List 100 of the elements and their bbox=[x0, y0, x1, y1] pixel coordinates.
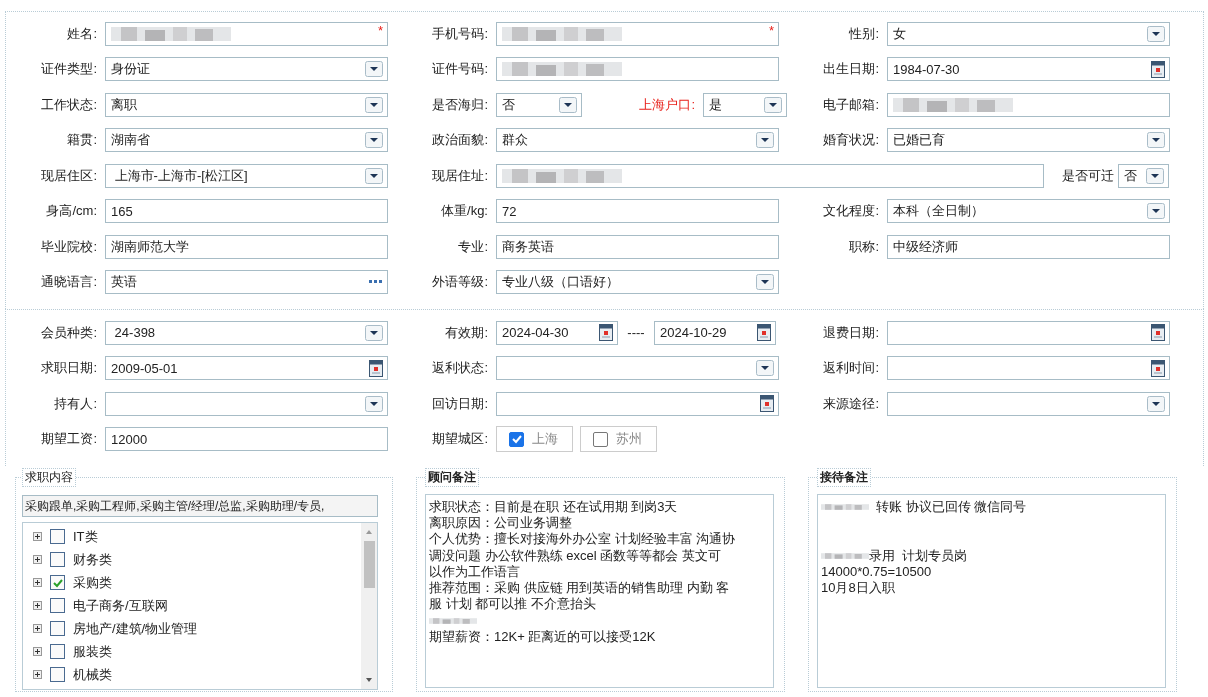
note-line: 个人优势：擅长对接海外办公室 计划经验丰富 沟通协 bbox=[429, 531, 736, 548]
field-label: 政治面貌: bbox=[431, 131, 489, 149]
note-line: 求职状态：目前是在职 还在试用期 到岗3天 bbox=[429, 499, 678, 516]
range-separator: ---- bbox=[626, 325, 646, 340]
note-line: 期望薪资：12K+ 距离近的可以接受12K bbox=[429, 628, 656, 645]
dropdown[interactable]: 身份证 bbox=[105, 57, 388, 81]
expand-icon[interactable] bbox=[33, 578, 42, 587]
tree-item[interactable]: 电子商务/互联网 bbox=[73, 596, 168, 615]
tree-item[interactable]: 采购类 bbox=[73, 573, 112, 592]
checkbox[interactable] bbox=[50, 529, 65, 544]
field-label: 手机号码: bbox=[431, 24, 489, 43]
checkbox[interactable] bbox=[509, 431, 524, 447]
date-field[interactable] bbox=[887, 320, 1170, 345]
note-line: 离职原因：公司业务调整 bbox=[429, 515, 572, 532]
dropdown[interactable]: 离职 bbox=[105, 92, 388, 117]
input-field[interactable]: * bbox=[105, 21, 388, 46]
expand-icon[interactable] bbox=[33, 670, 42, 679]
checkbox[interactable] bbox=[50, 621, 65, 636]
calendar-icon[interactable] bbox=[599, 324, 613, 341]
scrollbar[interactable] bbox=[361, 523, 377, 689]
field-label: 来源途径: bbox=[822, 394, 880, 413]
dropdown[interactable]: 湖南省 bbox=[105, 128, 388, 152]
date-field[interactable]: 1984-07-30 bbox=[887, 57, 1170, 81]
dropdown[interactable]: 女 bbox=[887, 21, 1170, 46]
dropdown[interactable]: 群众 bbox=[496, 128, 779, 152]
calendar-icon[interactable] bbox=[369, 359, 383, 377]
expand-icon[interactable] bbox=[33, 555, 42, 564]
field-label: 文化程度: bbox=[822, 202, 880, 220]
input-field[interactable] bbox=[496, 57, 779, 81]
text-area[interactable]: 求职状态：目前是在职 还在试用期 到岗3天 离职原因：公司业务调整 个人优势：擅长对接海外办公室 计划经验丰富 沟通协 调没问题 办公软件熟练 excel 函数等等都会 英文可 以作为工作语言 推荐范围：采购 供应链 用到英语的销售助理 内勤 客 服 计划 都可以推 不介意抬头 期望薪资：12K+ 距离近的可以接受12K bbox=[425, 494, 774, 688]
field-label: 毕业院校: bbox=[40, 237, 98, 256]
field-label: 姓名: bbox=[66, 24, 98, 43]
field-label: 返利时间: bbox=[822, 359, 880, 377]
field-label: 证件号码: bbox=[431, 60, 489, 78]
field-label: 有效期: bbox=[444, 323, 489, 342]
more-icon[interactable] bbox=[369, 280, 383, 284]
input-field[interactable] bbox=[496, 163, 1044, 188]
checkbox[interactable] bbox=[593, 431, 608, 447]
input-field[interactable]: 湖南师范大学 bbox=[105, 234, 388, 259]
date-field[interactable] bbox=[887, 356, 1170, 380]
field-label: 婚育状况: bbox=[822, 131, 880, 149]
dropdown[interactable]: 是 bbox=[703, 92, 787, 117]
field-label: 外语等级: bbox=[431, 273, 489, 291]
dropdown[interactable]: 上海市-上海市-[松江区] bbox=[105, 163, 388, 188]
input-field[interactable]: 采购跟单,采购工程师,采购主管/经理/总监,采购助理/专员, bbox=[22, 495, 378, 517]
input-field[interactable]: 中级经济师 bbox=[887, 234, 1170, 259]
field-label: 返利状态: bbox=[431, 359, 489, 377]
tree-item[interactable]: 房地产/建筑/物业管理 bbox=[73, 619, 198, 638]
tree-item[interactable]: IT类 bbox=[73, 527, 98, 546]
checkbox[interactable] bbox=[50, 575, 65, 590]
date-field[interactable]: 2024-10-29 bbox=[654, 320, 776, 345]
input-field[interactable]: 72 bbox=[496, 199, 779, 223]
expand-icon[interactable] bbox=[33, 532, 42, 541]
date-field[interactable]: 2024-04-30 bbox=[496, 320, 618, 345]
date-field[interactable]: 2009-05-01 bbox=[105, 356, 388, 380]
calendar-icon[interactable] bbox=[1151, 60, 1165, 78]
expand-icon[interactable] bbox=[33, 601, 42, 610]
input-field[interactable] bbox=[887, 92, 1170, 117]
input-field[interactable]: 英语 bbox=[105, 270, 388, 294]
text-area[interactable]: 转账 协议已回传 微信同号 录用 计划专员岗 14000*0.75=10500 10月8日入职 bbox=[817, 494, 1166, 688]
date-field[interactable] bbox=[496, 391, 779, 416]
field-label: 电子邮箱: bbox=[822, 95, 880, 114]
dropdown[interactable]: 24-398 bbox=[105, 320, 388, 345]
checkbox[interactable] bbox=[50, 552, 65, 567]
dropdown[interactable]: 专业八级（口语好） bbox=[496, 270, 779, 294]
input-field[interactable]: 12000 bbox=[105, 427, 388, 451]
field-label: 求职日期: bbox=[40, 359, 98, 377]
expand-icon[interactable] bbox=[33, 647, 42, 656]
tree-item[interactable]: 财务类 bbox=[73, 550, 112, 569]
input-field[interactable]: * bbox=[496, 21, 779, 46]
input-field[interactable]: 165 bbox=[105, 199, 388, 223]
checkbox-option[interactable]: 苏州 bbox=[580, 426, 657, 452]
note-line: 推荐范围：采购 供应链 用到英语的销售助理 内勤 客 bbox=[429, 580, 730, 597]
dropdown[interactable]: 否 bbox=[1118, 163, 1169, 188]
note-line: 调没问题 办公软件熟练 excel 函数等等都会 英文可 bbox=[429, 547, 721, 564]
tree-item[interactable]: 机械类 bbox=[73, 665, 112, 684]
note-line: 14000*0.75=10500 bbox=[821, 563, 932, 580]
field-label: 身高/cm: bbox=[45, 202, 98, 220]
field-label: 上海户口: bbox=[638, 95, 696, 114]
calendar-icon[interactable] bbox=[1151, 359, 1165, 377]
field-label: 职称: bbox=[848, 237, 880, 256]
calendar-icon[interactable] bbox=[760, 395, 774, 412]
checkbox[interactable] bbox=[50, 667, 65, 682]
expand-icon[interactable] bbox=[33, 624, 42, 633]
note-line: 10月8日入职 bbox=[821, 580, 895, 597]
required-mark: * bbox=[768, 22, 774, 38]
calendar-icon[interactable] bbox=[757, 324, 771, 341]
checkbox[interactable] bbox=[50, 644, 65, 659]
field-label: 专业: bbox=[457, 237, 489, 256]
calendar-icon[interactable] bbox=[1151, 324, 1165, 341]
input-field[interactable]: 商务英语 bbox=[496, 234, 779, 259]
dropdown[interactable]: 已婚已育 bbox=[887, 128, 1170, 152]
note-line: 转账 协议已回传 微信同号 bbox=[875, 499, 1027, 516]
dropdown[interactable]: 否 bbox=[496, 92, 582, 117]
checkbox-option[interactable]: 上海 bbox=[496, 426, 573, 452]
checkbox[interactable] bbox=[50, 598, 65, 613]
field-label: 出生日期: bbox=[822, 60, 880, 78]
field-label: 体重/kg: bbox=[440, 202, 489, 220]
tree-item[interactable]: 服装类 bbox=[73, 642, 112, 661]
dropdown[interactable]: 本科（全日制） bbox=[887, 199, 1170, 223]
